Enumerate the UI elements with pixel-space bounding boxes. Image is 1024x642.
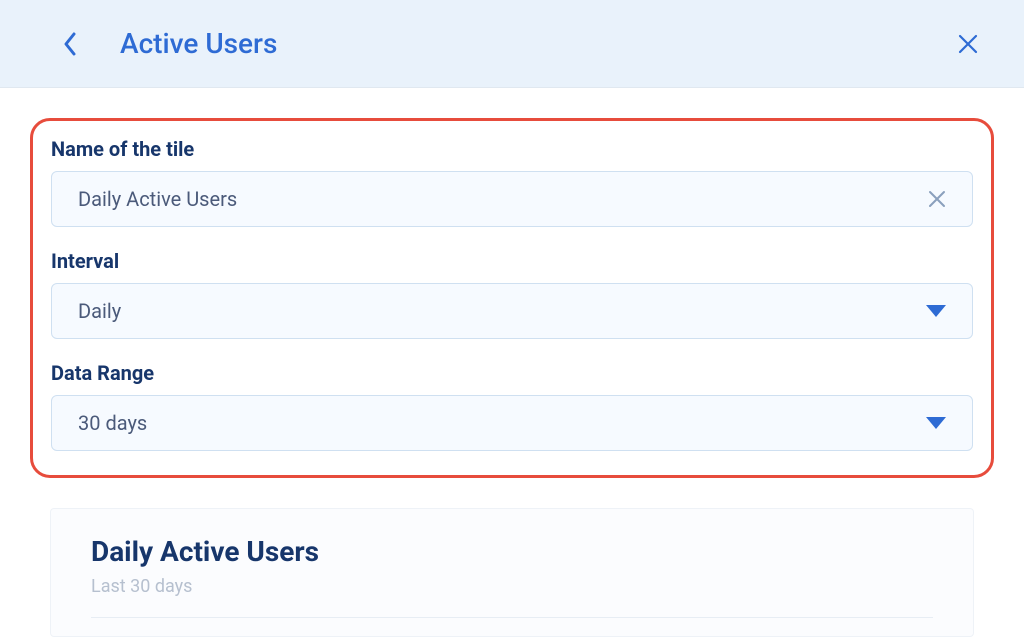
- form-highlight: Name of the tile Daily Active Users Inte…: [30, 118, 994, 478]
- interval-caret: [926, 305, 946, 317]
- preview-title: Daily Active Users: [91, 535, 933, 568]
- interval-label: Interval: [51, 249, 973, 273]
- preview-subtitle: Last 30 days: [91, 576, 933, 597]
- data-range-value: 30 days: [78, 411, 926, 435]
- close-icon: [957, 33, 979, 55]
- interval-group: Interval Daily: [51, 249, 973, 339]
- data-range-group: Data Range 30 days: [51, 361, 973, 451]
- interval-select[interactable]: Daily: [51, 283, 973, 339]
- tile-name-label: Name of the tile: [51, 137, 973, 161]
- clear-tile-name-button[interactable]: [928, 190, 946, 208]
- tile-name-value: Daily Active Users: [78, 187, 928, 211]
- data-range-caret: [926, 417, 946, 429]
- close-button[interactable]: [957, 33, 979, 55]
- chevron-down-icon: [926, 305, 946, 317]
- content-area: Name of the tile Daily Active Users Inte…: [0, 88, 1024, 637]
- interval-value: Daily: [78, 299, 926, 323]
- page-title: Active Users: [120, 27, 277, 60]
- back-button[interactable]: [60, 29, 80, 59]
- data-range-label: Data Range: [51, 361, 973, 385]
- tile-name-group: Name of the tile Daily Active Users: [51, 137, 973, 227]
- tile-preview: Daily Active Users Last 30 days: [50, 508, 974, 637]
- page-header: Active Users: [0, 0, 1024, 88]
- chevron-down-icon: [926, 417, 946, 429]
- chevron-left-icon: [63, 32, 77, 56]
- tile-name-input[interactable]: Daily Active Users: [51, 171, 973, 227]
- data-range-select[interactable]: 30 days: [51, 395, 973, 451]
- close-icon: [928, 190, 946, 208]
- preview-divider: [91, 617, 933, 618]
